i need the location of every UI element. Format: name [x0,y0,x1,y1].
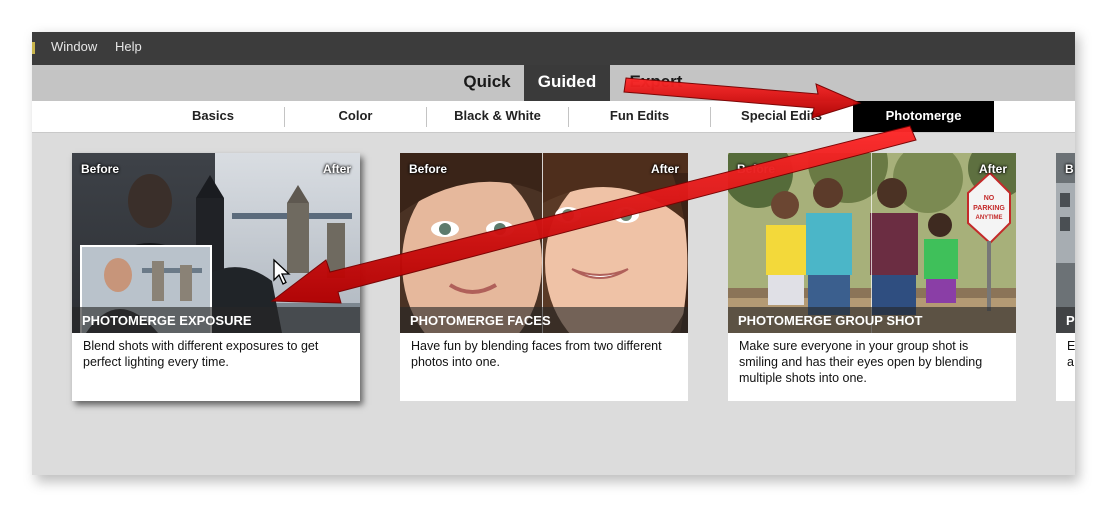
card-description: Have fun by blending faces from two diff… [411,339,662,369]
menu-help[interactable]: Help [115,32,142,65]
before-label: Before [81,162,120,176]
tab-guided[interactable]: Guided [524,65,610,101]
card-description: Blend shots with different exposures to … [83,339,319,369]
card-photomerge-exposure[interactable]: Before After PHOTOMERGE EXPOSURE Blend s… [72,153,360,401]
menu-window[interactable]: Window [51,32,97,65]
card-thumbnail: NO PARKING ANYTIME Before After PHOTOMER… [728,153,1016,333]
after-label: After [322,162,351,176]
card-thumbnail: Before After PHOTOMERGE EXPOSURE [72,153,360,333]
card-title: PHOTOMERGE FACES [400,307,688,333]
card-thumbnail: Before After PHOTOMERGE FACES [400,153,688,333]
mouse-cursor-icon [273,258,291,285]
card-description: E a [1067,339,1075,369]
after-label: After [978,162,1007,176]
card-title: PHOTOMERGE GROUP SHOT [728,307,1016,333]
card-title: P [1056,307,1075,333]
card-photomerge-faces[interactable]: Before After PHOTOMERGE FACES Have fun b… [400,153,688,401]
before-label: Before [737,162,776,176]
card-title: PHOTOMERGE EXPOSURE [72,307,360,333]
sign-text: ANYTIME [976,215,1003,221]
category-photomerge[interactable]: Photomerge [853,101,994,132]
tab-expert[interactable]: Expert [616,65,696,101]
app-logo-edge [32,42,35,54]
sign-text: PARKING [973,205,1005,212]
category-fun-edits[interactable]: Fun Edits [569,101,710,132]
menu-bar: Window Help [32,32,1075,65]
card-photomerge-group-shot[interactable]: NO PARKING ANYTIME Before After PHOTOMER… [728,153,1016,401]
category-basics[interactable]: Basics [142,101,284,132]
category-black-white[interactable]: Black & White [427,101,568,132]
app-window: Window Help Quick Guided Expert Basics C… [32,32,1075,475]
category-special-edits[interactable]: Special Edits [711,101,852,132]
card-description: Make sure everyone in your group shot is… [739,339,983,385]
category-bar: Basics Color Black & White Fun Edits Spe… [32,101,1075,133]
mode-bar: Quick Guided Expert [32,65,1075,101]
before-label: B [1065,162,1074,176]
card-partial[interactable]: B P E a [1056,153,1075,401]
after-label: After [650,162,679,176]
card-thumbnail: B P [1056,153,1075,333]
tab-quick[interactable]: Quick [447,65,527,101]
sign-text: NO [984,195,995,202]
before-label: Before [409,162,448,176]
category-color[interactable]: Color [285,101,426,132]
